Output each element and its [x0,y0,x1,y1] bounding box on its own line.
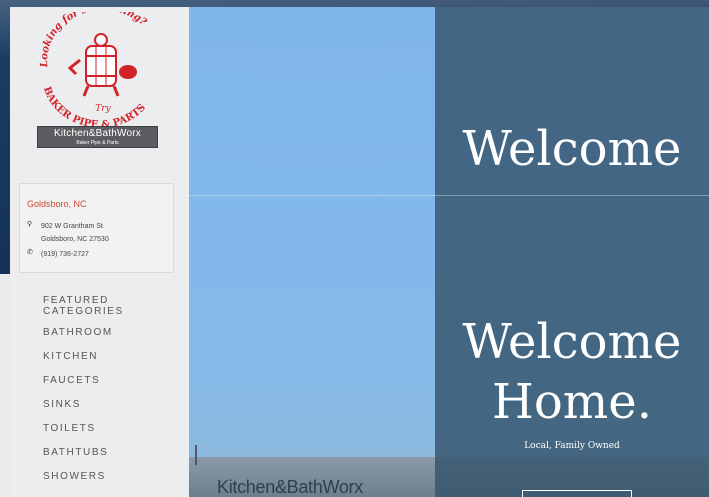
hero-banner: Kitchen&BathWorx Welcome Welcome Home. L… [189,7,709,497]
welcome-home-heading: Welcome Home. [435,312,709,432]
menu-item-faucets[interactable]: FAUCETS [43,375,183,386]
hero-cta-button[interactable] [522,490,632,497]
pole [195,445,197,465]
location-title[interactable]: Goldsboro, NC [27,199,87,209]
menu-item-bathtubs[interactable]: BATHTUBS [43,447,183,458]
logo-try-text: Try [95,104,111,114]
menu-item-sinks[interactable]: SINKS [43,399,183,410]
baker-pipe-logo[interactable]: Looking for something? Try BAKER PIPE & … [28,2,178,132]
menu-heading: FEATURED CATEGORIES [43,295,183,317]
welcome-heading-top: Welcome [462,121,682,177]
menu-item-showers[interactable]: SHOWERS [43,471,183,482]
map-pin-icon: ⚲ [27,221,33,228]
storefront-sign: Kitchen&BathWorx [217,477,363,497]
badge-sub: Baker Pipe & Parts [76,140,119,146]
welcome-line1: Welcome [462,314,682,370]
menu-heading-line1: FEATURED [43,295,109,306]
kitchen-bath-worx-badge[interactable]: Kitchen&BathWorx Baker Pipe & Parts [37,126,158,148]
address-line2: Goldsboro, NC 27530 [41,236,109,243]
welcome-line2: Home. [492,374,652,430]
menu-item-toilets[interactable]: TOILETS [43,423,183,434]
logo-graphic: Looking for something? Try BAKER PIPE & … [39,2,149,131]
phone-number[interactable]: (919) 736-2727 [41,248,89,261]
address-line1: 902 W Grantham St [41,223,103,230]
category-menu: FEATURED CATEGORIES BATHROOM KITCHEN FAU… [43,295,183,495]
location-card: Goldsboro, NC ⚲ 902 W Grantham St Goldsb… [19,183,174,273]
phone-row[interactable]: ✆ (919) 736-2727 [27,248,89,261]
menu-item-bathroom[interactable]: BATHROOM [43,327,183,338]
hero-divider [189,195,709,196]
badge-name: Kitchen&BathWorx [54,128,141,139]
address-row: ⚲ 902 W Grantham St Goldsboro, NC 27530 [27,220,109,246]
phone-icon: ✆ [27,249,33,256]
hero-tagline: Local, Family Owned [524,441,620,451]
menu-heading-line2: CATEGORIES [43,306,124,317]
menu-item-kitchen[interactable]: KITCHEN [43,351,183,362]
